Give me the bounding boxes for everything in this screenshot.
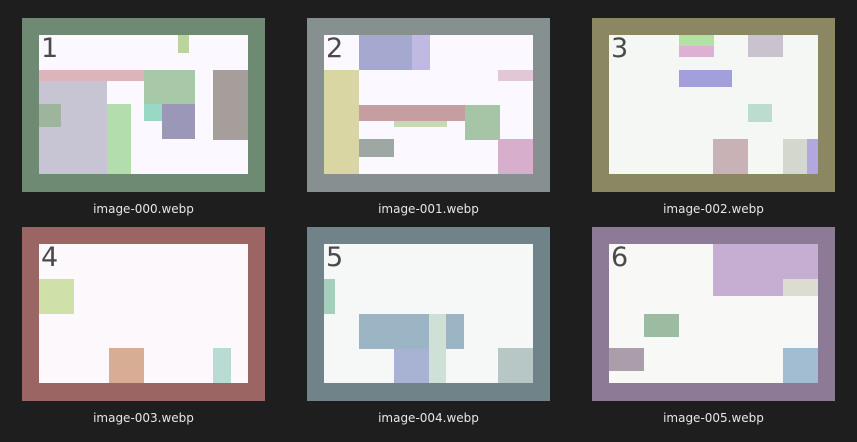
image-thumbnail[interactable]: 3 [592, 18, 835, 192]
file-name-label: image-004.webp [378, 411, 479, 425]
image-thumbnail[interactable]: 4 [22, 227, 265, 401]
image-number: 6 [611, 244, 629, 273]
image-preview: 2 [324, 35, 533, 174]
image-preview: 3 [609, 35, 818, 174]
file-name-label: image-005.webp [663, 411, 764, 425]
image-number: 3 [611, 35, 629, 64]
file-name-label: image-001.webp [378, 202, 479, 216]
image-number: 2 [326, 35, 344, 64]
image-number: 4 [41, 244, 59, 273]
image-number: 1 [41, 35, 59, 64]
image-thumbnail[interactable]: 2 [307, 18, 550, 192]
image-preview: 1 [39, 35, 248, 174]
image-preview: 6 [609, 244, 818, 383]
file-name-label: image-003.webp [93, 411, 194, 425]
file-name-label: image-002.webp [663, 202, 764, 216]
image-preview: 5 [324, 244, 533, 383]
image-thumbnail[interactable]: 6 [592, 227, 835, 401]
image-thumbnail[interactable]: 1 [22, 18, 265, 192]
image-number: 5 [326, 244, 344, 273]
file-name-label: image-000.webp [93, 202, 194, 216]
image-preview: 4 [39, 244, 248, 383]
image-thumbnail[interactable]: 5 [307, 227, 550, 401]
